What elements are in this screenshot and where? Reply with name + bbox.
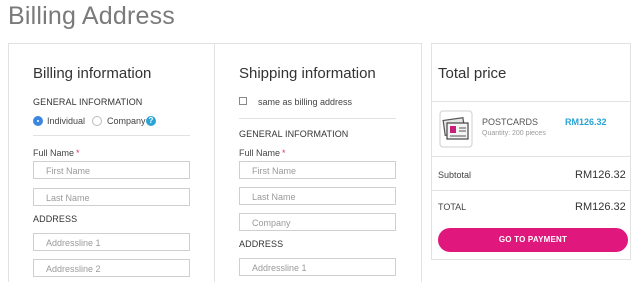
shipping-full-name-label: Full Name *	[239, 148, 286, 158]
shipping-address-label: ADDRESS	[239, 239, 284, 249]
subtotal-value: RM126.32	[575, 169, 626, 181]
total-heading-divider	[432, 101, 630, 102]
billing-heading: Billing information	[33, 65, 152, 82]
billing-divider	[33, 135, 190, 136]
shipping-general-label: GENERAL INFORMATION	[239, 129, 349, 139]
same-as-billing-label[interactable]: same as billing address	[258, 97, 352, 107]
subtotal-label: Subtotal	[438, 170, 472, 180]
page-title: Billing Address	[8, 2, 175, 30]
postcards-icon	[439, 110, 473, 148]
total-label: TOTAL	[438, 202, 467, 212]
shipping-last-name-input[interactable]: Last Name	[239, 187, 396, 205]
product-divider	[432, 156, 630, 157]
product-name: POSTCARDS	[482, 117, 539, 127]
product-quantity: Quantity: 200 pieces	[482, 130, 546, 137]
billing-first-name-input[interactable]: First Name	[33, 161, 190, 179]
subtotal-divider	[432, 190, 630, 191]
billing-address2-input[interactable]: Addressline 2	[33, 259, 190, 277]
go-to-payment-button[interactable]: GO TO PAYMENT	[438, 228, 628, 252]
billing-last-name-input[interactable]: Last Name	[33, 188, 190, 206]
same-as-billing-checkbox[interactable]	[239, 97, 247, 105]
total-heading: Total price	[438, 65, 507, 82]
help-icon[interactable]: ?	[146, 116, 156, 126]
shipping-first-name-input[interactable]: First Name	[239, 161, 396, 179]
company-label[interactable]: Company	[107, 116, 146, 126]
billing-full-name-label: Full Name *	[33, 148, 80, 158]
company-radio[interactable]	[92, 116, 102, 126]
billing-address-label: ADDRESS	[33, 214, 78, 224]
individual-radio[interactable]	[33, 116, 43, 126]
shipping-company-input[interactable]: Company	[239, 213, 396, 231]
total-value: RM126.32	[575, 201, 626, 213]
billing-address1-input[interactable]: Addressline 1	[33, 233, 190, 251]
billing-general-label: GENERAL INFORMATION	[33, 97, 143, 107]
individual-label[interactable]: Individual	[47, 116, 85, 126]
product-price: RM126.32	[565, 117, 607, 127]
shipping-heading: Shipping information	[239, 65, 376, 82]
shipping-address1-input[interactable]: Addressline 1	[239, 258, 396, 276]
shipping-divider	[239, 118, 396, 119]
